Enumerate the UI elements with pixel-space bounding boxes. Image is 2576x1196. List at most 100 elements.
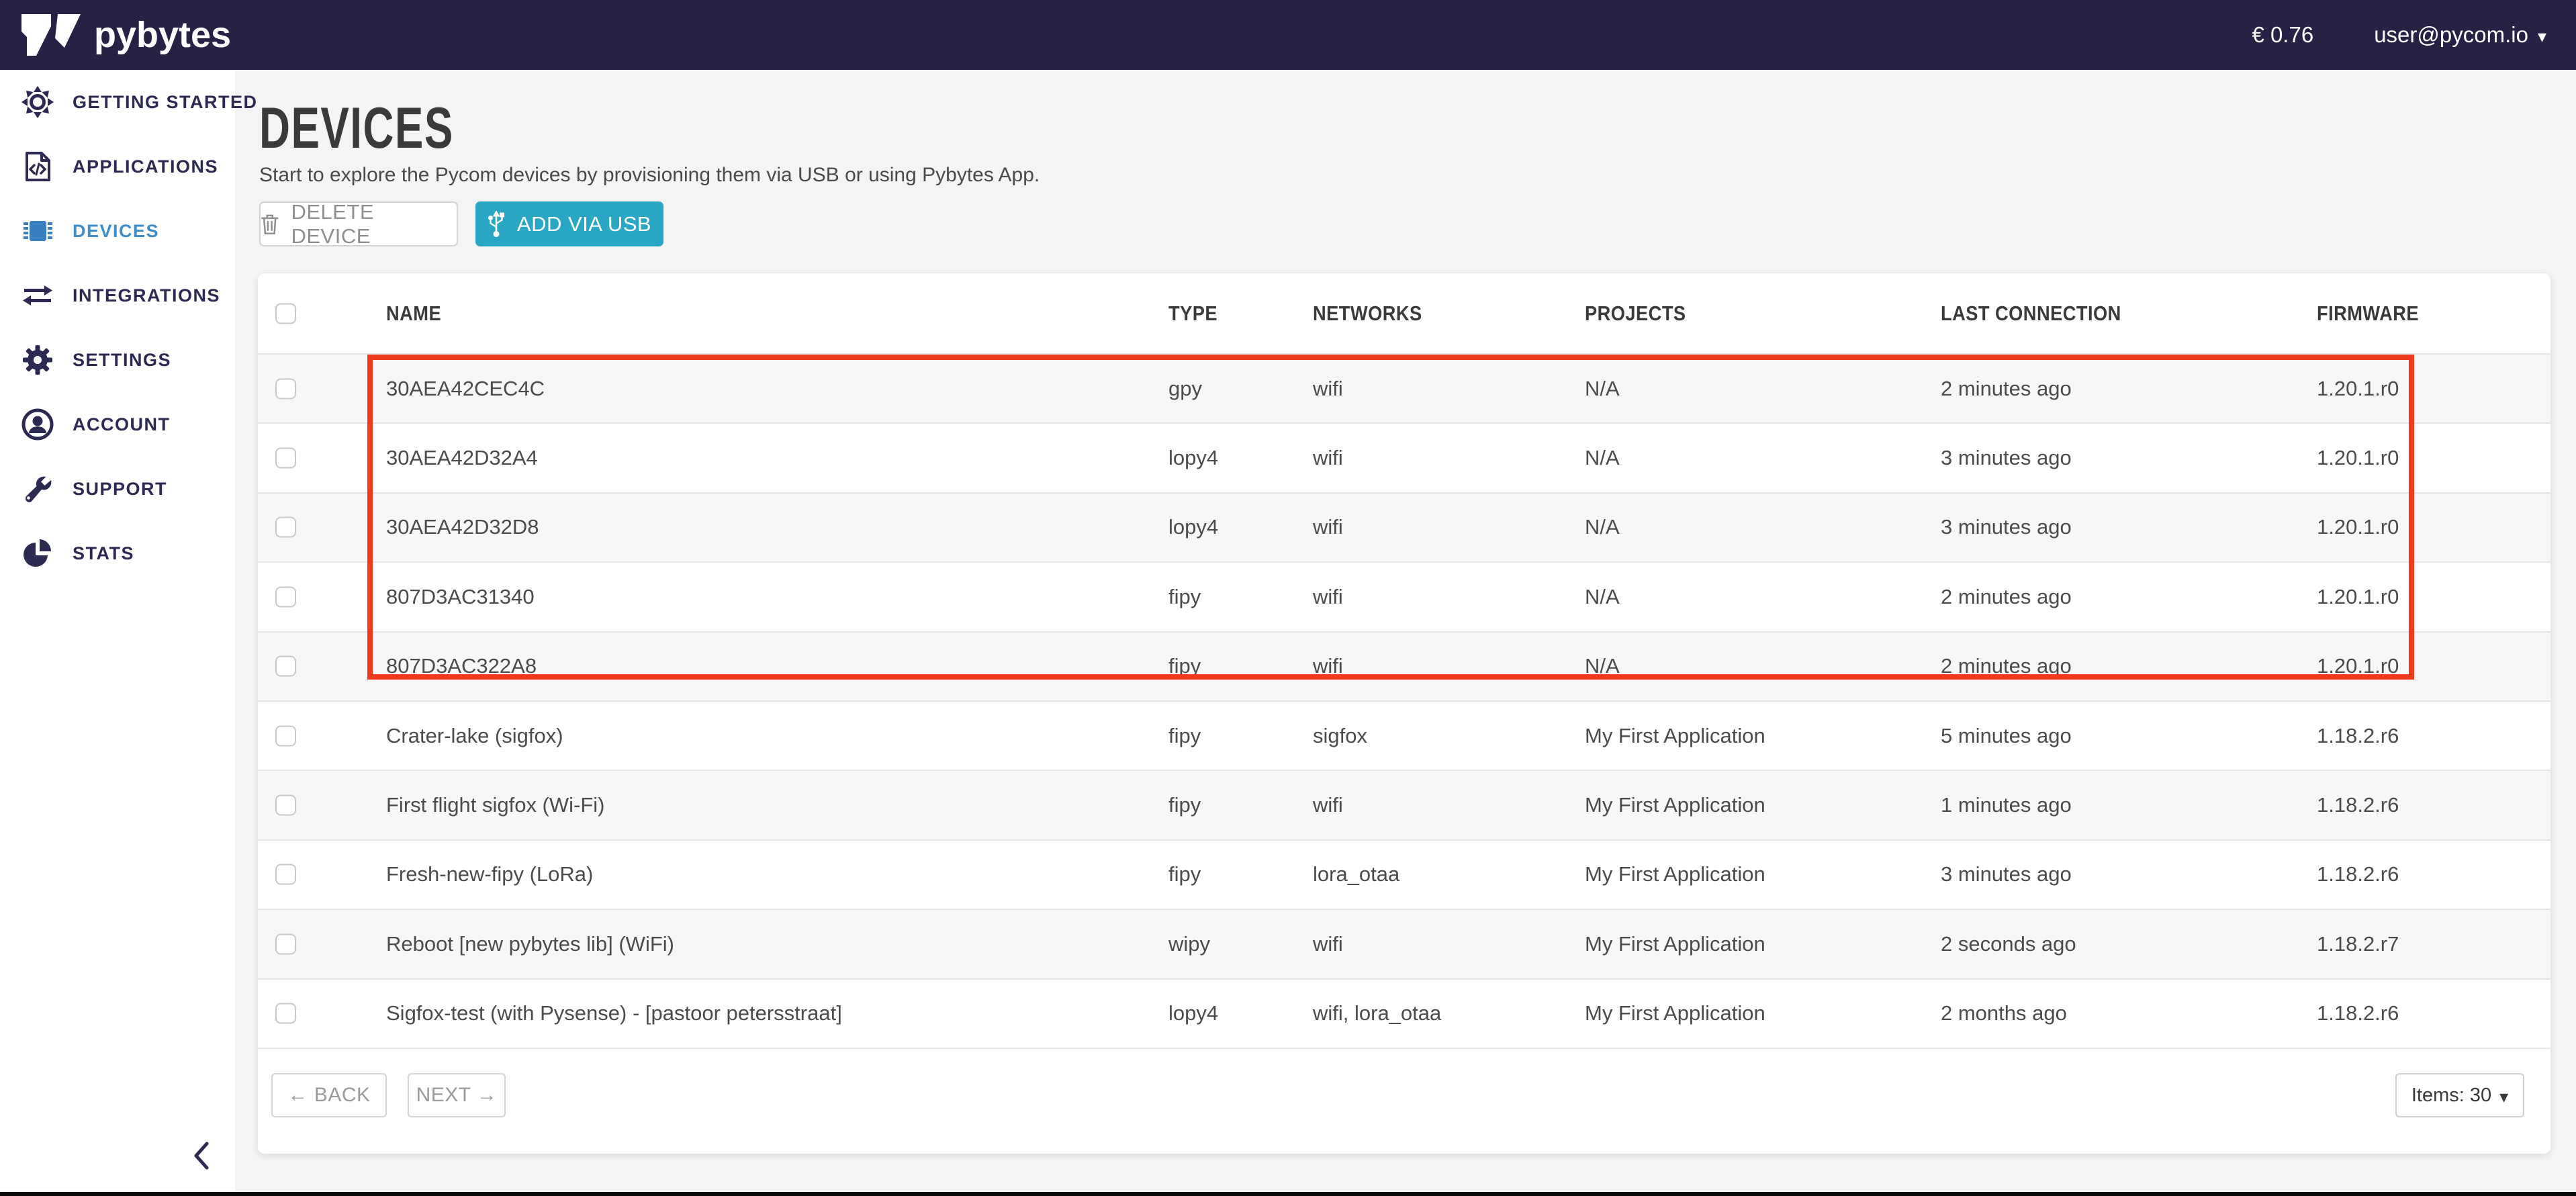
pie-chart-icon [21,537,54,569]
cell-firmware: 1.18.2.r6 [2317,862,2399,886]
table-row[interactable]: 30AEA42D32A4 lopy4 wifi N/A 3 minutes ag… [258,424,2550,493]
cell-projects: My First Application [1585,724,1765,748]
row-checkbox[interactable] [275,378,296,399]
user-menu[interactable]: user@pycom.io ▾ [2374,22,2546,48]
cell-last-connection: 2 minutes ago [1941,654,2072,678]
cell-networks: sigfox [1313,724,1367,748]
column-header-type: TYPE [1168,302,1217,326]
cell-firmware: 1.18.2.r6 [2317,1001,2399,1025]
cell-type: fipy [1168,724,1201,748]
add-via-usb-button[interactable]: ADD VIA USB [475,201,663,246]
table-header: NAME TYPE NETWORKS PROJECTS LAST CONNECT… [258,273,2550,355]
row-checkbox[interactable] [275,795,296,816]
row-checkbox[interactable] [275,933,296,954]
cell-type: fipy [1168,793,1201,817]
cell-firmware: 1.20.1.r0 [2317,585,2399,609]
cell-projects: My First Application [1585,793,1765,817]
sidebar-item-applications[interactable]: APPLICATIONS [0,134,235,199]
toolbar: DELETE DEVICE ADD VIA USB [259,201,663,246]
cell-name: 30AEA42D32D8 [386,515,539,539]
cell-type: wipy [1168,932,1210,956]
row-checkbox[interactable] [275,448,296,469]
row-checkbox[interactable] [275,725,296,746]
table-row[interactable]: 807D3AC322A8 fipy wifi N/A 2 minutes ago… [258,633,2550,702]
row-checkbox[interactable] [275,517,296,538]
sidebar-item-label: STATS [73,543,134,564]
sidebar-item-label: INTEGRATIONS [73,285,220,306]
sidebar-item-label: APPLICATIONS [73,156,218,177]
cell-projects: N/A [1585,654,1620,678]
sidebar-item-label: SUPPORT [73,479,167,500]
cell-networks: wifi, lora_otaa [1313,1001,1441,1025]
sidebar-item-support[interactable]: SUPPORT [0,457,235,521]
sidebar-collapse-button[interactable] [187,1136,216,1176]
sun-burst-icon [21,86,54,118]
cell-last-connection: 2 months ago [1941,1001,2067,1025]
column-header-networks: NETWORKS [1313,302,1422,326]
code-file-icon [21,150,54,183]
cell-name: Sigfox-test (with Pysense) - [pastoor pe… [386,1001,842,1025]
page-description: Start to explore the Pycom devices by pr… [259,164,1040,187]
cell-name: Fresh-new-fipy (LoRa) [386,862,593,886]
sidebar-item-integrations[interactable]: INTEGRATIONS [0,263,235,328]
delete-device-label: DELETE DEVICE [291,200,457,248]
cell-projects: My First Application [1585,862,1765,886]
cell-name: 30AEA42D32A4 [386,446,538,470]
usb-icon [488,211,505,238]
table-row[interactable]: Fresh-new-fipy (LoRa) fipy lora_otaa My … [258,841,2550,910]
cell-last-connection: 3 minutes ago [1941,446,2072,470]
cell-name: Crater-lake (sigfox) [386,724,563,748]
chevron-down-icon: ▾ [2499,1087,2508,1107]
row-checkbox[interactable] [275,1003,296,1024]
sidebar-item-getting-started[interactable]: GETTING STARTED [0,70,235,134]
cell-firmware: 1.20.1.r0 [2317,515,2399,539]
sidebar-item-label: ACCOUNT [73,414,171,435]
wrench-icon [21,473,54,505]
cell-type: lopy4 [1168,1001,1218,1025]
cell-projects: N/A [1585,377,1620,401]
table-row[interactable]: 30AEA42D32D8 lopy4 wifi N/A 3 minutes ag… [258,494,2550,563]
cell-name: 807D3AC31340 [386,585,535,609]
page-title: DEVICES [259,95,454,162]
table-row[interactable]: 30AEA42CEC4C gpy wifi N/A 2 minutes ago … [258,355,2550,424]
gear-icon [21,344,54,376]
cell-networks: wifi [1313,932,1343,956]
delete-device-button[interactable]: DELETE DEVICE [259,201,458,246]
cell-networks: wifi [1313,585,1343,609]
cell-last-connection: 2 minutes ago [1941,585,2072,609]
row-checkbox[interactable] [275,864,296,885]
row-checkbox[interactable] [275,656,296,677]
select-all-checkbox[interactable] [275,303,296,324]
row-checkbox[interactable] [275,586,296,607]
sidebar-item-devices[interactable]: DEVICES [0,199,235,263]
column-header-name: NAME [386,302,441,326]
cell-type: fipy [1168,585,1201,609]
sidebar-item-stats[interactable]: STATS [0,521,235,586]
column-header-projects: PROJECTS [1585,302,1686,326]
back-button[interactable]: ← BACK [271,1073,387,1117]
sidebar-item-settings[interactable]: SETTINGS [0,328,235,392]
cell-type: lopy4 [1168,446,1218,470]
cell-projects: N/A [1585,585,1620,609]
sidebar-item-label: SETTINGS [73,350,171,371]
sidebar-item-account[interactable]: ACCOUNT [0,392,235,457]
items-per-page-label: Items: 30 [2411,1085,2491,1107]
cell-name: Reboot [new pybytes lib] (WiFi) [386,932,674,956]
cell-firmware: 1.18.2.r6 [2317,724,2399,748]
table-row[interactable]: 807D3AC31340 fipy wifi N/A 2 minutes ago… [258,563,2550,632]
cell-last-connection: 2 seconds ago [1941,932,2076,956]
items-per-page-dropdown[interactable]: Items: 30 ▾ [2395,1073,2524,1117]
cell-networks: wifi [1313,515,1343,539]
next-button[interactable]: NEXT → [408,1073,506,1117]
table-row[interactable]: Reboot [new pybytes lib] (WiFi) wipy wif… [258,910,2550,979]
table-row[interactable]: Sigfox-test (with Pysense) - [pastoor pe… [258,980,2550,1049]
window-bottom-edge [0,1192,2576,1196]
sidebar: GETTING STARTED APPLICATIONS [0,70,235,1196]
table-row[interactable]: First flight sigfox (Wi-Fi) fipy wifi My… [258,771,2550,840]
cell-last-connection: 2 minutes ago [1941,377,2072,401]
cell-name: First flight sigfox (Wi-Fi) [386,793,605,817]
table-row[interactable]: Crater-lake (sigfox) fipy sigfox My Firs… [258,702,2550,771]
pybytes-logo[interactable]: pybytes [20,13,231,57]
chevron-left-icon [192,1140,211,1171]
devices-table-card: NAME TYPE NETWORKS PROJECTS LAST CONNECT… [258,273,2550,1154]
